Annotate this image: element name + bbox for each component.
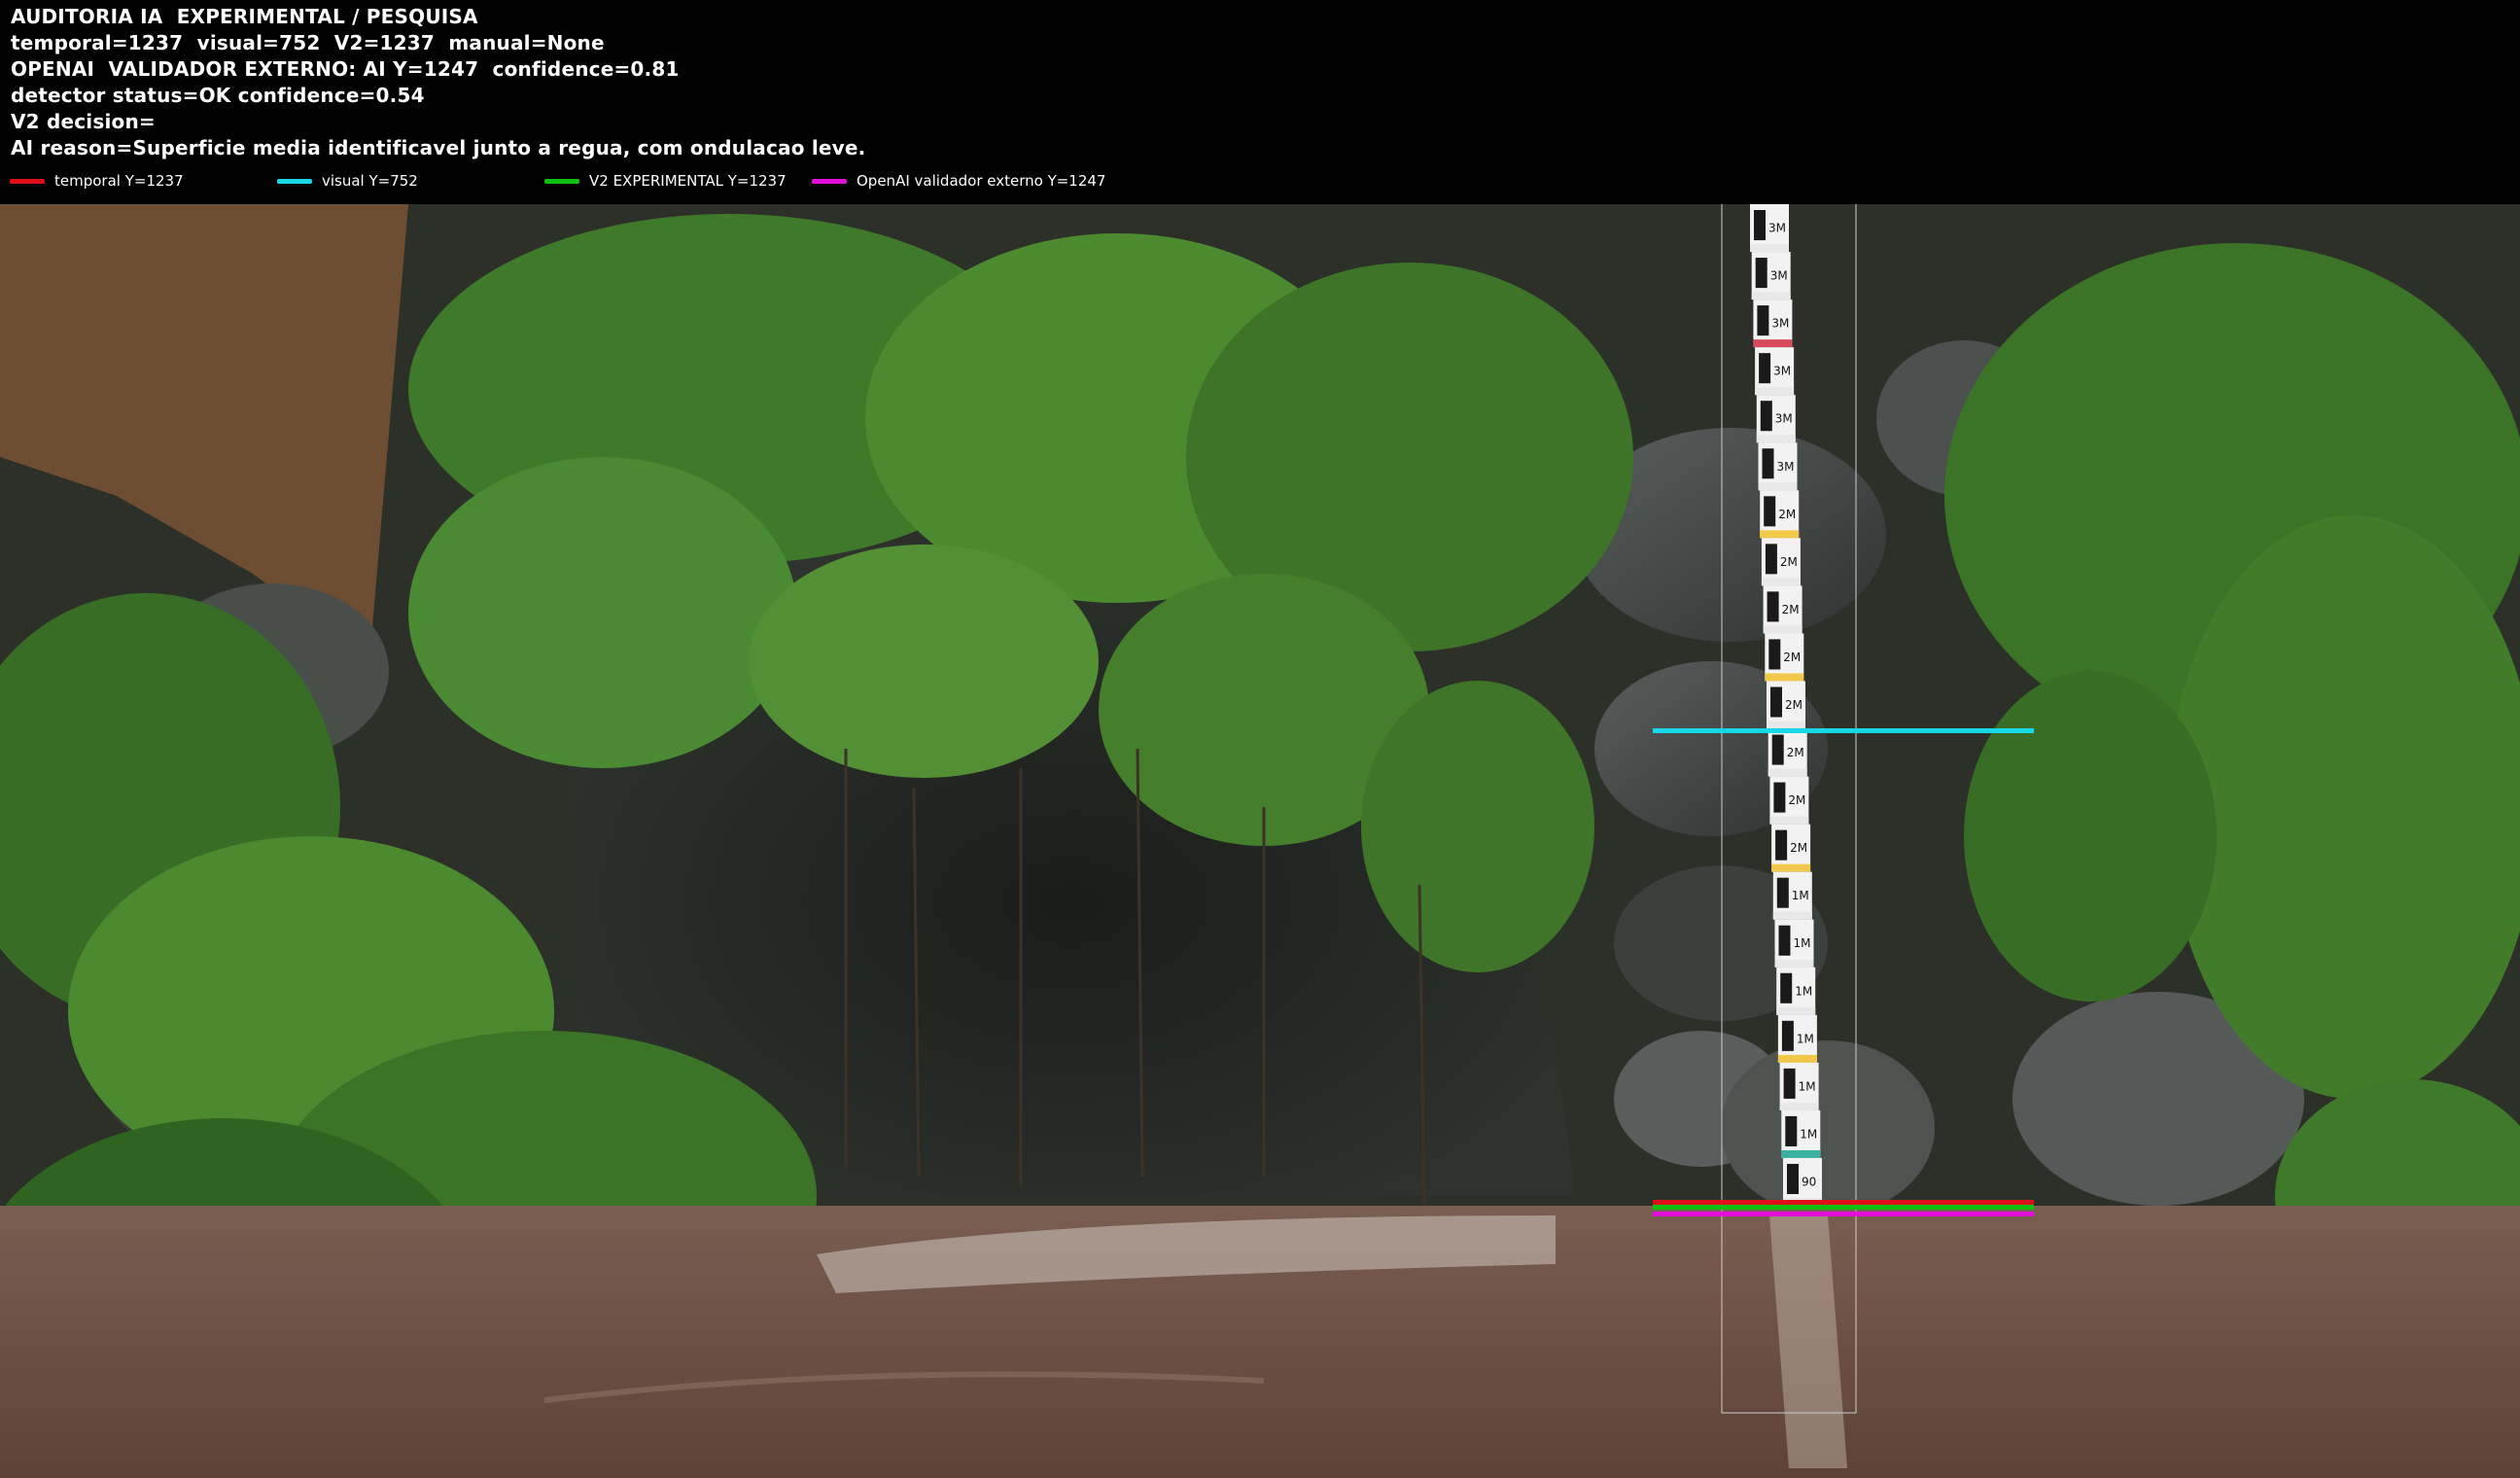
gauge-marking: 2M bbox=[1782, 603, 1800, 616]
legend-visual: visual Y=752 bbox=[277, 171, 418, 191]
gauge-band bbox=[1756, 435, 1796, 443]
gauge-marking: 1M bbox=[1800, 1127, 1817, 1141]
legend-swatch-v2 bbox=[544, 178, 579, 184]
gauge-e-mark bbox=[1767, 591, 1779, 622]
gauge-marking: 3M bbox=[1775, 412, 1793, 426]
legend-openai: OpenAI validador externo Y=1247 bbox=[812, 171, 1105, 191]
gauge-band bbox=[1768, 768, 1807, 777]
gauge-e-mark bbox=[1781, 1020, 1794, 1051]
gauge-marking: 90 bbox=[1802, 1175, 1816, 1188]
gauge-band bbox=[1753, 339, 1793, 348]
gauge-band bbox=[1761, 578, 1801, 586]
gauge-band bbox=[1751, 292, 1791, 300]
visual-level-line bbox=[1653, 728, 2034, 733]
camera-image: 3M 3M 3M 3M 3M 3M 2M 2M 2M 2M 2M 2M 2M 2M 1M 1M 1M 1M 1M 1M… bbox=[0, 204, 2520, 1478]
gauge-e-mark bbox=[1783, 1068, 1796, 1099]
gauge-e-mark bbox=[1768, 639, 1781, 670]
legend-swatch-openai bbox=[812, 178, 847, 184]
gauge-marking: 2M bbox=[1783, 651, 1801, 664]
gauge-e-mark bbox=[1785, 1115, 1798, 1146]
gauge-e-mark bbox=[1770, 686, 1782, 718]
gauge-marking: 3M bbox=[1771, 317, 1789, 331]
legend-swatch-visual bbox=[277, 178, 312, 184]
gauge-e-mark bbox=[1787, 1163, 1799, 1194]
gauge-e-mark bbox=[1760, 401, 1772, 432]
gauge-band bbox=[1779, 1102, 1819, 1110]
gauge-e-mark bbox=[1755, 258, 1768, 289]
gauge-e-mark bbox=[1771, 734, 1784, 765]
gauge-marking: 3M bbox=[1770, 269, 1788, 283]
openai-level-line bbox=[1653, 1212, 2034, 1216]
gauge-band bbox=[1772, 911, 1812, 920]
gauge-e-mark bbox=[1765, 544, 1777, 575]
legend-label-openai: OpenAI validador externo Y=1247 bbox=[857, 172, 1106, 190]
audit-header: AUDITORIA IA EXPERIMENTAL / PESQUISA tem… bbox=[0, 0, 2520, 204]
gauge-band bbox=[1774, 959, 1814, 968]
gauge-band bbox=[1763, 625, 1802, 634]
legend-temporal: temporal Y=1237 bbox=[10, 171, 184, 191]
gauge-e-mark bbox=[1764, 496, 1776, 527]
gauge-marking: 1M bbox=[1792, 889, 1809, 902]
header-openai-validator: OPENAI VALIDADOR EXTERNO: AI Y=1247 conf… bbox=[11, 57, 680, 81]
gauge-marking: 1M bbox=[1799, 1079, 1816, 1093]
gauge-e-mark bbox=[1778, 925, 1791, 956]
gauge-band bbox=[1765, 673, 1804, 682]
legend-swatch-temporal bbox=[10, 178, 45, 184]
header-readings: temporal=1237 visual=752 V2=1237 manual=… bbox=[11, 31, 605, 54]
header-v2-decision: V2 decision= bbox=[11, 110, 156, 133]
header-title: AUDITORIA IA EXPERIMENTAL / PESQUISA bbox=[11, 5, 478, 28]
gauge-band bbox=[1777, 1054, 1817, 1063]
gauge-marking: 1M bbox=[1797, 1032, 1814, 1045]
gauge-band bbox=[1781, 1149, 1821, 1158]
gauge-band bbox=[1755, 387, 1795, 396]
gauge-marking: 2M bbox=[1788, 793, 1805, 807]
legend-label-visual: visual Y=752 bbox=[322, 172, 418, 190]
gauge-band bbox=[1760, 530, 1800, 539]
header-detector-status: detector status=OK confidence=0.54 bbox=[11, 84, 425, 107]
gauge-marking: 2M bbox=[1778, 508, 1796, 521]
gauge-marking: 1M bbox=[1795, 984, 1812, 998]
gauge-band bbox=[1769, 816, 1809, 825]
gauge-marking: 2M bbox=[1787, 746, 1804, 759]
gauge-e-mark bbox=[1773, 782, 1786, 813]
gauge-band bbox=[1771, 863, 1811, 872]
gauge-e-mark bbox=[1776, 877, 1789, 908]
gauge-marking: 3M bbox=[1777, 460, 1795, 474]
gauge-e-mark bbox=[1780, 972, 1793, 1003]
gauge-band bbox=[1758, 482, 1798, 491]
header-ai-reason: AI reason=Superficie media identificavel… bbox=[11, 136, 866, 159]
gauge-marking: 2M bbox=[1790, 841, 1807, 855]
gauge-e-mark bbox=[1759, 353, 1771, 384]
gauge-band bbox=[1776, 1006, 1816, 1015]
gauge-marking: 3M bbox=[1768, 222, 1786, 235]
gauge-marking: 2M bbox=[1780, 555, 1798, 569]
legend-v2: V2 EXPERIMENTAL Y=1237 bbox=[544, 171, 787, 191]
gauge-e-mark bbox=[1754, 210, 1766, 241]
gauge-e-mark bbox=[1775, 829, 1788, 861]
gauge-band bbox=[1750, 244, 1789, 253]
scene-svg: 3M 3M 3M 3M 3M 3M 2M 2M 2M 2M 2M 2M 2M 2M 1M 1M 1M 1M 1M 1M… bbox=[0, 204, 2520, 1478]
legend-label-temporal: temporal Y=1237 bbox=[54, 172, 184, 190]
gauge-marking: 1M bbox=[1794, 936, 1811, 950]
v2-level-line bbox=[1653, 1205, 2034, 1210]
gauge-marking: 2M bbox=[1785, 698, 1802, 712]
legend-label-v2: V2 EXPERIMENTAL Y=1237 bbox=[589, 172, 787, 190]
gauge-e-mark bbox=[1757, 305, 1769, 336]
gauge-marking: 3M bbox=[1773, 365, 1791, 378]
gauge-e-mark bbox=[1762, 448, 1774, 479]
